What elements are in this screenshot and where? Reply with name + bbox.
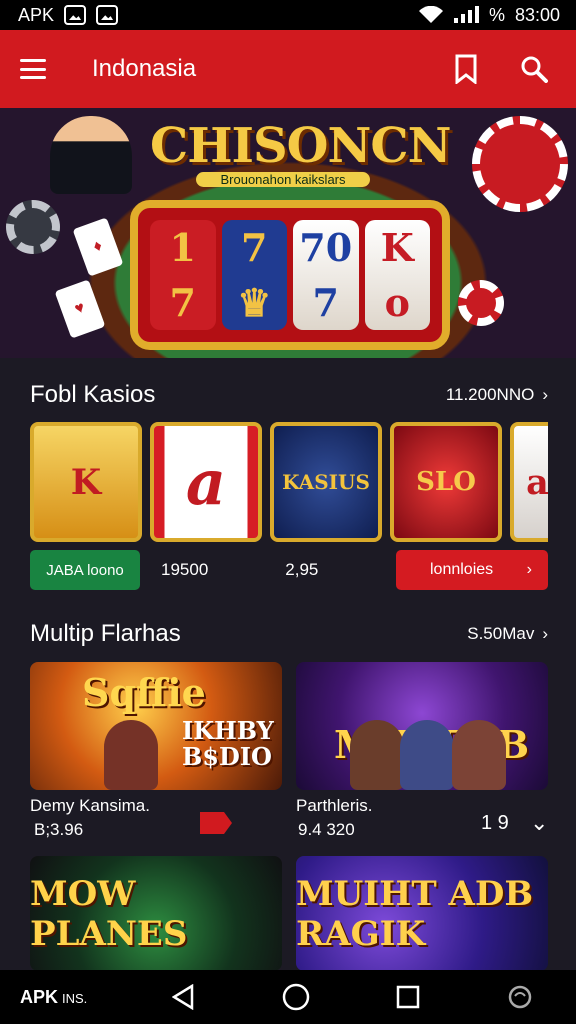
dealer-character [50,116,132,194]
apk-brand: APK [20,986,59,1007]
image-icon [64,5,87,25]
game-caption: Demy Kansima. [30,796,150,815]
game-tile[interactable]: K [30,422,142,542]
playing-card-icon: ♥ [54,279,106,339]
game-caption: Parthleris. [296,796,373,815]
poker-chip-icon [6,200,60,254]
game-value: B;3.96 [34,820,84,839]
player-avatar [350,720,404,790]
bottom-game-cards: MOW PLANES MUIHT ADB RAGIK [30,856,548,971]
chevron-down-icon[interactable]: ⌄ [530,810,548,836]
player-avatar [104,720,158,790]
chevron-right-icon: › [542,624,548,643]
hero-banner[interactable]: ♦ ♥ CHISONCN Brouonahon kaikslars 17 7 ♛ … [0,108,576,358]
stat-value: 2,95 [285,560,319,579]
slot-reel: 70 7 [293,220,359,330]
poker-chip-icon [472,116,568,212]
play-icon[interactable] [200,812,232,834]
assistant-icon[interactable] [504,981,536,1013]
apk-status-brand: APK [18,4,55,25]
status-bar: APK % 83:00 [0,0,576,30]
slot-reel: 7 ♛ [221,220,287,330]
game-art-subtitle: IKHBY B$DIO [182,716,274,771]
tile-stats: JABA loono 19500 2,95 lonnloies › [30,550,548,590]
multiplayer-cards: Sqffie IKHBY B$DIO MIJLEAB [30,662,548,790]
section-title: Multip Flarhas [30,620,181,647]
section-link[interactable]: S.50Mav › [467,624,548,644]
game-card[interactable]: MIJLEAB [296,662,548,790]
battery-percent-icon: % [488,4,505,25]
player-avatar [452,720,506,790]
slot-reel: 17 [150,220,216,330]
recents-icon[interactable] [392,981,424,1013]
signal-icon [453,6,479,23]
wifi-icon [418,6,443,23]
multiplayer-section: Multip Flarhas S.50Mav › [30,620,548,648]
game-card[interactable]: MUIHT ADB RAGIK [296,856,548,971]
status-badge[interactable]: JABA loono [30,550,140,590]
apk-suffix: INS. [62,990,88,1006]
page-title: Indonasia [92,55,197,82]
featured-casinos-section: Fobl Kasios 11.200NNO › [30,381,548,409]
bookmark-icon[interactable] [444,47,488,91]
home-icon[interactable] [280,981,312,1013]
chevron-right-icon: › [542,385,548,404]
game-tile[interactable]: a [510,422,548,542]
menu-icon[interactable] [20,59,46,79]
casino-tile-row: K a KASIUS SLO a [30,422,548,542]
game-value: 9.4 320 [298,820,355,839]
slot-reels: 17 7 ♛ 70 7 Ko [130,200,450,350]
game-art-title: Sqffie [82,670,206,715]
search-icon[interactable] [512,47,556,91]
back-icon[interactable] [167,981,199,1013]
status-time: 83:00 [514,4,560,25]
apk-logo: APK INS. [20,987,87,1008]
playing-card-icon: ♦ [72,217,124,277]
section-link-label: 11.200NNO [445,385,535,404]
more-button[interactable]: lonnloies › [396,550,548,590]
section-link-label: S.50Mav [467,624,535,643]
gallery-icon [96,5,119,25]
banner-title: CHISONCN [150,118,451,174]
game-card[interactable]: Sqffie IKHBY B$DIO [30,662,282,790]
game-tile[interactable]: SLO [390,422,502,542]
section-link[interactable]: 11.200NNO › [446,385,548,405]
banner-subtitle: Brouonahon kaikslars [196,172,370,187]
game-tile[interactable]: a [150,422,262,542]
game-tile[interactable]: KASIUS [270,422,382,542]
player-avatar [400,720,454,790]
system-nav-bar: APK INS. [0,970,576,1024]
app-header: Indonasia [0,30,576,108]
poker-chip-icon [458,280,504,326]
more-button-label: lonnloies [430,561,494,578]
stat-value: 19500 [161,560,209,579]
slot-reel: Ko [364,220,430,330]
section-title: Fobl Kasios [30,381,156,408]
game-card[interactable]: MOW PLANES [30,856,282,971]
chevron-right-icon: › [526,561,532,578]
game-meta: 1 9 [481,812,509,834]
